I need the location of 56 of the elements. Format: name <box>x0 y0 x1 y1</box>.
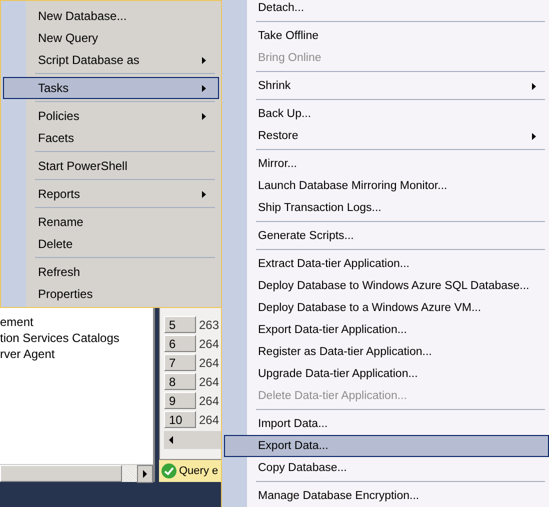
menu-item[interactable]: Detach... <box>224 0 549 19</box>
submenu-arrow-icon <box>532 132 536 140</box>
menu-item[interactable]: Copy Database... <box>224 457 549 479</box>
menu-item[interactable]: Restore <box>224 125 549 147</box>
menu-item[interactable]: Export Data-tier Application... <box>224 319 549 341</box>
menu-item[interactable]: Take Offline <box>224 25 549 47</box>
menu-item[interactable]: Extract Data-tier Application... <box>224 253 549 275</box>
menu-item[interactable]: New Database... <box>3 5 219 27</box>
table-cell: 264 <box>199 336 220 350</box>
horizontal-scrollbar[interactable] <box>0 464 153 482</box>
row-header[interactable]: 8 <box>164 373 196 390</box>
horizontal-scrollbar[interactable] <box>164 431 221 449</box>
menu-item[interactable]: Export Data... <box>224 435 549 457</box>
submenu-arrow-icon <box>202 84 206 92</box>
menu-item[interactable]: Properties <box>3 283 219 305</box>
menu-item[interactable]: Deploy Database to Windows Azure SQL Database... <box>224 275 549 297</box>
submenu-arrow-icon <box>202 190 206 198</box>
menu-item[interactable]: Launch Database Mirroring Monitor... <box>224 175 549 197</box>
submenu-arrow-icon <box>202 112 206 120</box>
row-header[interactable]: 9 <box>164 392 196 409</box>
menu-item[interactable]: Shrink <box>224 75 549 97</box>
row-header[interactable]: 5 <box>164 316 196 333</box>
row-header[interactable]: 6 <box>164 335 196 352</box>
menu-item[interactable]: New Query <box>3 27 219 49</box>
menu-item[interactable]: Upgrade Data-tier Application... <box>224 363 549 385</box>
menu-item[interactable]: Policies <box>3 105 219 127</box>
menu-item[interactable]: Manage Database Encryption... <box>224 485 549 507</box>
status-text: Query e <box>179 465 218 477</box>
table-cell: 264 <box>199 374 220 388</box>
check-icon <box>161 463 177 479</box>
row-header[interactable]: 10 <box>164 411 196 428</box>
table-cell: 264 <box>199 412 220 426</box>
menu-item[interactable]: Tasks <box>3 77 219 99</box>
tree-item[interactable]: tion Services Catalogs <box>0 330 153 346</box>
menu-item[interactable]: Reports <box>3 183 219 205</box>
table-cell: 263 <box>199 318 220 332</box>
row-header[interactable]: 7 <box>164 354 196 371</box>
menu-item[interactable]: Script Database as <box>3 49 219 71</box>
table-cell: 264 <box>199 394 220 408</box>
menu-item[interactable]: Back Up... <box>224 103 549 125</box>
menu-item[interactable]: Ship Transaction Logs... <box>224 197 549 219</box>
submenu-arrow-icon <box>532 82 536 90</box>
menu-item[interactable]: Generate Scripts... <box>224 225 549 247</box>
menu-item[interactable]: Refresh <box>3 261 219 283</box>
menu-item[interactable]: Delete <box>3 233 219 255</box>
menu-item[interactable]: Deploy Database to a Windows Azure VM... <box>224 297 549 319</box>
menu-item[interactable]: Import Data... <box>224 413 549 435</box>
tree-item[interactable]: rver Agent <box>0 346 153 362</box>
submenu-arrow-icon <box>202 56 206 64</box>
tree-item[interactable]: ement <box>0 314 153 330</box>
menu-item[interactable]: Mirror... <box>224 153 549 175</box>
menu-item[interactable]: Rename <box>3 211 219 233</box>
table-cell: 264 <box>199 356 220 370</box>
menu-item[interactable]: Start PowerShell <box>3 155 219 177</box>
menu-item[interactable]: Facets <box>3 127 219 149</box>
menu-item[interactable]: Register as Data-tier Application... <box>224 341 549 363</box>
